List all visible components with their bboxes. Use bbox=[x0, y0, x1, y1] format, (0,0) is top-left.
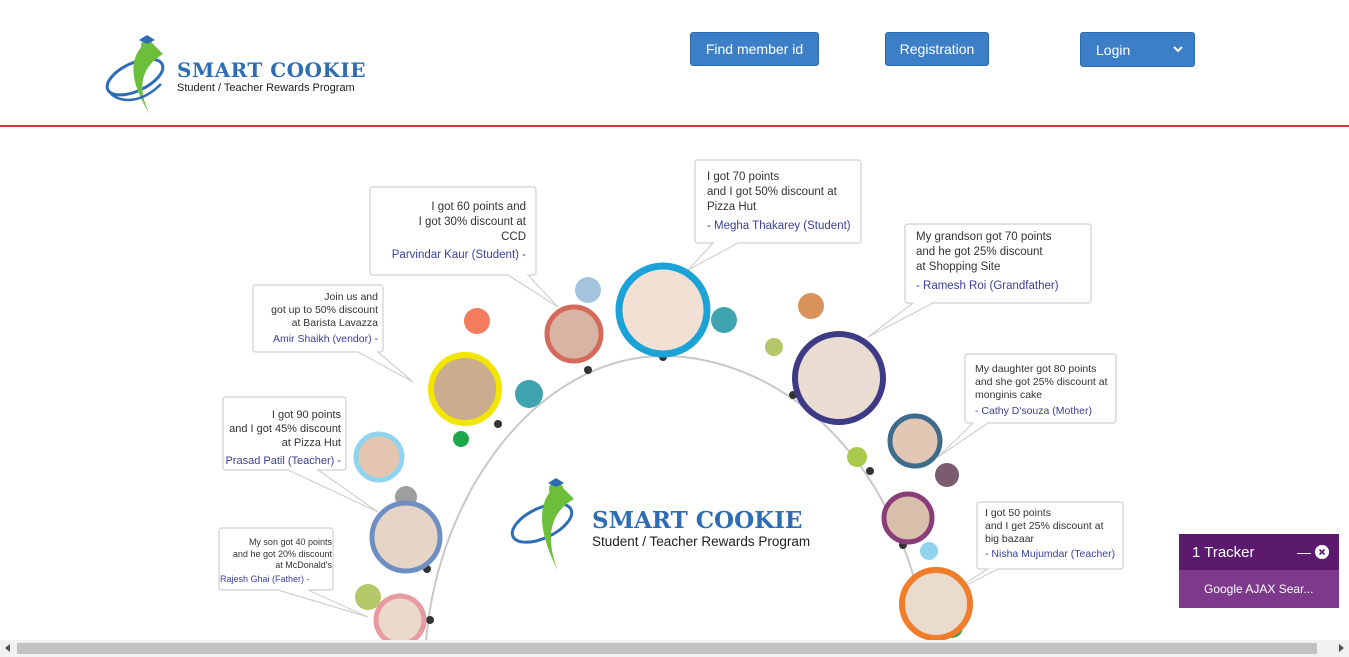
banner-brand-title: SMART COOKIE bbox=[592, 507, 803, 534]
testimonial-1: I got 60 points and I got 30% discount a… bbox=[380, 200, 526, 263]
banner-brand: SMART COOKIE Student / Teacher Rewards P… bbox=[506, 475, 826, 575]
testimonial-line: CCD bbox=[501, 231, 526, 243]
site-logo[interactable]: SMART COOKIE Student / Teacher Rewards P… bbox=[103, 32, 366, 122]
testimonial-line: and she got 25% discount at bbox=[975, 376, 1108, 388]
banner-brand-subtitle: Student / Teacher Rewards Program bbox=[592, 534, 811, 549]
chevron-down-icon bbox=[1173, 46, 1183, 53]
testimonial-author: Parvindar Kaur (Student) - bbox=[391, 249, 526, 261]
tracker-widget[interactable]: 1 Tracker — Google AJAX Sear... bbox=[1179, 534, 1339, 608]
testimonial-author: Amir Shaikh (vendor) - bbox=[272, 333, 378, 345]
close-icon[interactable] bbox=[1315, 545, 1329, 559]
find-member-id-button[interactable]: Find member id bbox=[690, 32, 819, 66]
page: SMART COOKIE Student / Teacher Rewards P… bbox=[0, 0, 1349, 657]
testimonial-line: My grandson got 70 points bbox=[916, 231, 1052, 243]
minimize-icon[interactable]: — bbox=[1297, 544, 1311, 560]
testimonial-line: I got 60 points and bbox=[431, 201, 526, 213]
testimonial-5: My daughter got 80 points and she got 25… bbox=[975, 363, 1115, 418]
scrollbar-thumb[interactable] bbox=[17, 643, 1317, 654]
testimonial-author: - Nisha Mujumdar (Teacher) bbox=[985, 548, 1116, 560]
testimonial-line: big bazaar bbox=[985, 533, 1035, 545]
testimonial-line: monginis cake bbox=[975, 389, 1043, 401]
smart-cookie-logo-icon bbox=[105, 35, 165, 116]
testimonial-line: and I got 45% discount bbox=[229, 423, 341, 435]
tracker-item[interactable]: Google AJAX Sear... bbox=[1179, 570, 1339, 608]
horizontal-scrollbar[interactable] bbox=[0, 640, 1349, 657]
testimonial-7: I got 50 points and I get 25% discount a… bbox=[985, 507, 1125, 561]
testimonial-8: My son got 40 points and he got 20% disc… bbox=[220, 537, 332, 585]
testimonial-line: Pizza Hut bbox=[707, 201, 757, 213]
testimonial-2: I got 70 points and I got 50% discount a… bbox=[707, 170, 859, 234]
testimonial-line: and he got 25% discount bbox=[916, 246, 1043, 258]
testimonial-line: My daughter got 80 points bbox=[975, 363, 1097, 375]
registration-button[interactable]: Registration bbox=[885, 32, 989, 66]
scroll-left-icon[interactable] bbox=[5, 644, 10, 652]
testimonial-author: Prasad Patil (Teacher) - bbox=[225, 455, 341, 467]
testimonial-line: I got 50 points bbox=[985, 507, 1051, 519]
testimonial-line: at Barista Lavazza bbox=[291, 317, 378, 329]
testimonial-line: at Shopping Site bbox=[916, 261, 1001, 273]
logo-subtitle: Student / Teacher Rewards Program bbox=[177, 82, 355, 94]
testimonial-author: - Cathy D'souza (Mother) bbox=[975, 405, 1092, 417]
testimonial-line: and I get 25% discount at bbox=[985, 520, 1104, 532]
testimonial-author: Rajesh Ghai (Father) - bbox=[220, 573, 310, 584]
login-dropdown[interactable]: Login bbox=[1080, 32, 1195, 67]
tracker-title: 1 Tracker bbox=[1192, 543, 1255, 561]
testimonial-line: I got 70 points bbox=[707, 171, 780, 183]
testimonial-line: I got 30% discount at bbox=[418, 216, 526, 228]
site-header: SMART COOKIE Student / Teacher Rewards P… bbox=[0, 0, 1349, 127]
testimonial-line: and he got 20% discount bbox=[232, 548, 332, 559]
hero-banner: I got 60 points and I got 30% discount a… bbox=[208, 142, 1128, 642]
testimonial-line: at McDonald's bbox=[275, 560, 332, 570]
testimonial-line: and I got 50% discount at bbox=[707, 186, 837, 198]
testimonial-6: I got 90 points and I got 45% discount a… bbox=[223, 408, 341, 468]
tracker-header[interactable]: 1 Tracker — bbox=[1179, 534, 1339, 570]
testimonial-line: My son got 40 points bbox=[248, 537, 332, 547]
testimonial-author: - Megha Thakarey (Student) bbox=[707, 220, 851, 232]
scroll-right-icon[interactable] bbox=[1339, 644, 1344, 652]
login-label: Login bbox=[1096, 41, 1131, 58]
testimonial-3: My grandson got 70 points and he got 25%… bbox=[916, 230, 1086, 294]
testimonial-author: - Ramesh Roi (Grandfather) bbox=[916, 280, 1059, 292]
testimonial-line: I got 90 points bbox=[271, 409, 341, 421]
testimonial-line: Join us and bbox=[324, 291, 378, 303]
testimonial-line: at Pizza Hut bbox=[281, 437, 341, 449]
testimonial-4: Join us and got up to 50% discount at Ba… bbox=[260, 291, 378, 346]
testimonial-line: got up to 50% discount bbox=[271, 304, 378, 316]
logo-title: SMART COOKIE bbox=[177, 58, 366, 82]
